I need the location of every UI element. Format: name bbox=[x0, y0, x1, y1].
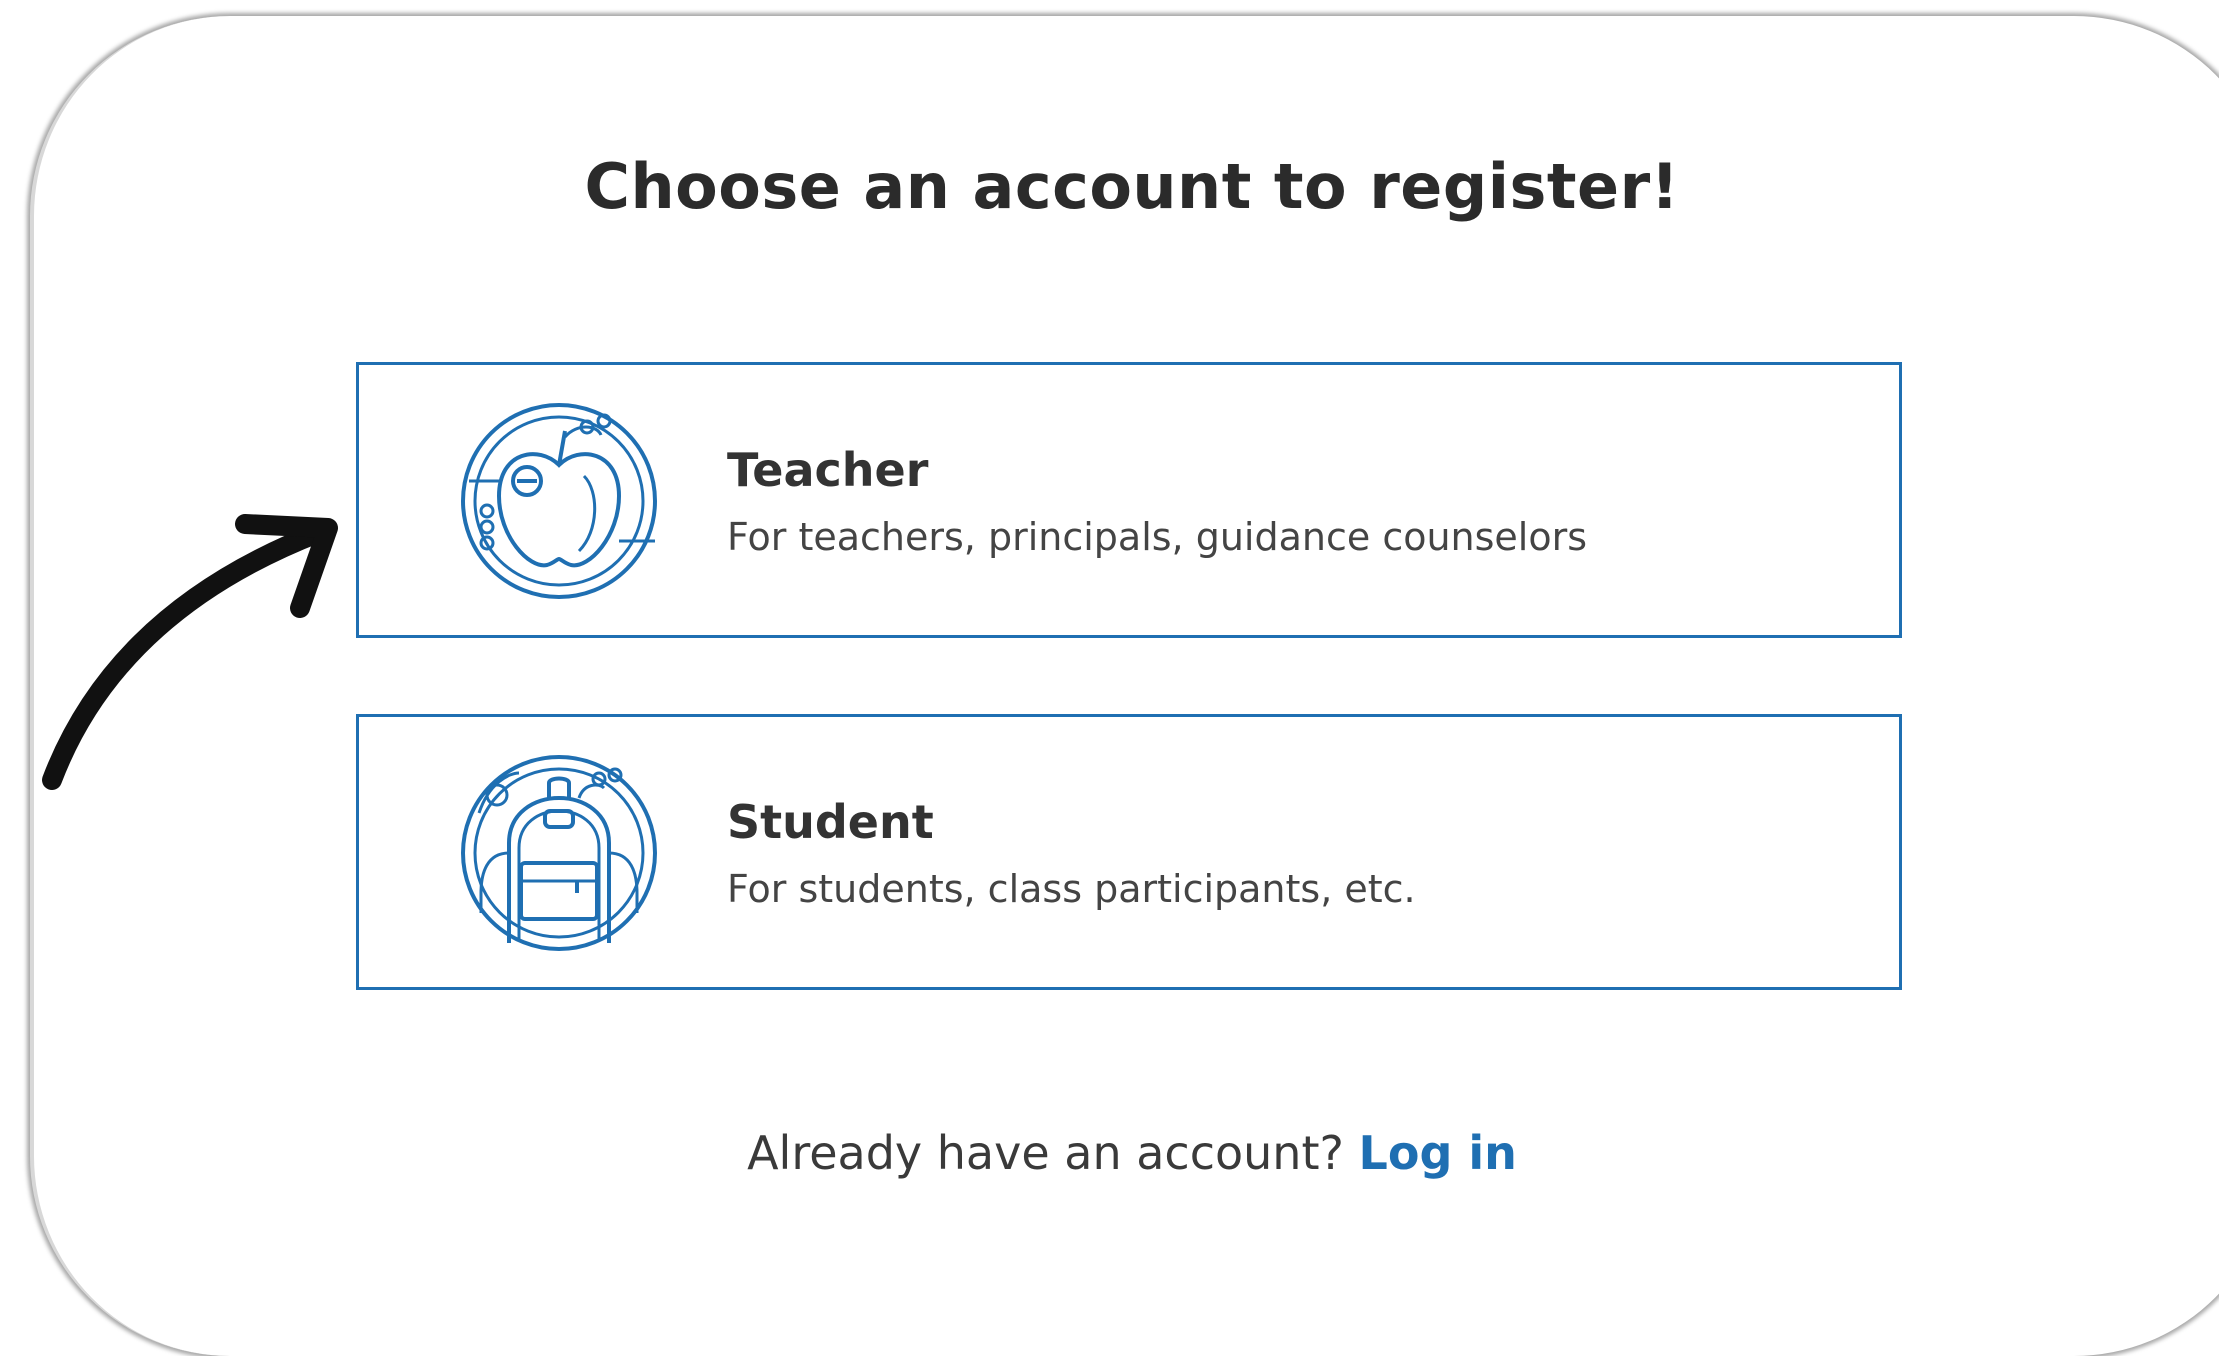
student-description: For students, class participants, etc. bbox=[727, 867, 1416, 911]
teacher-label: Teacher bbox=[727, 443, 929, 497]
login-prompt-text: Already have an account? bbox=[747, 1126, 1344, 1180]
student-account-option[interactable]: Student For students, class participants… bbox=[356, 714, 1902, 990]
teacher-description: For teachers, principals, guidance couns… bbox=[727, 515, 1588, 559]
backpack-icon bbox=[461, 755, 657, 951]
apple-icon bbox=[461, 403, 657, 599]
login-prompt: Already have an account? Log in bbox=[0, 1126, 2219, 1180]
teacher-account-option[interactable]: Teacher For teachers, principals, guidan… bbox=[356, 362, 1902, 638]
student-label: Student bbox=[727, 795, 934, 849]
annotation-arrow-icon bbox=[42, 514, 338, 790]
page-title: Choose an account to register! bbox=[584, 150, 1680, 223]
login-link[interactable]: Log in bbox=[1359, 1126, 1517, 1180]
